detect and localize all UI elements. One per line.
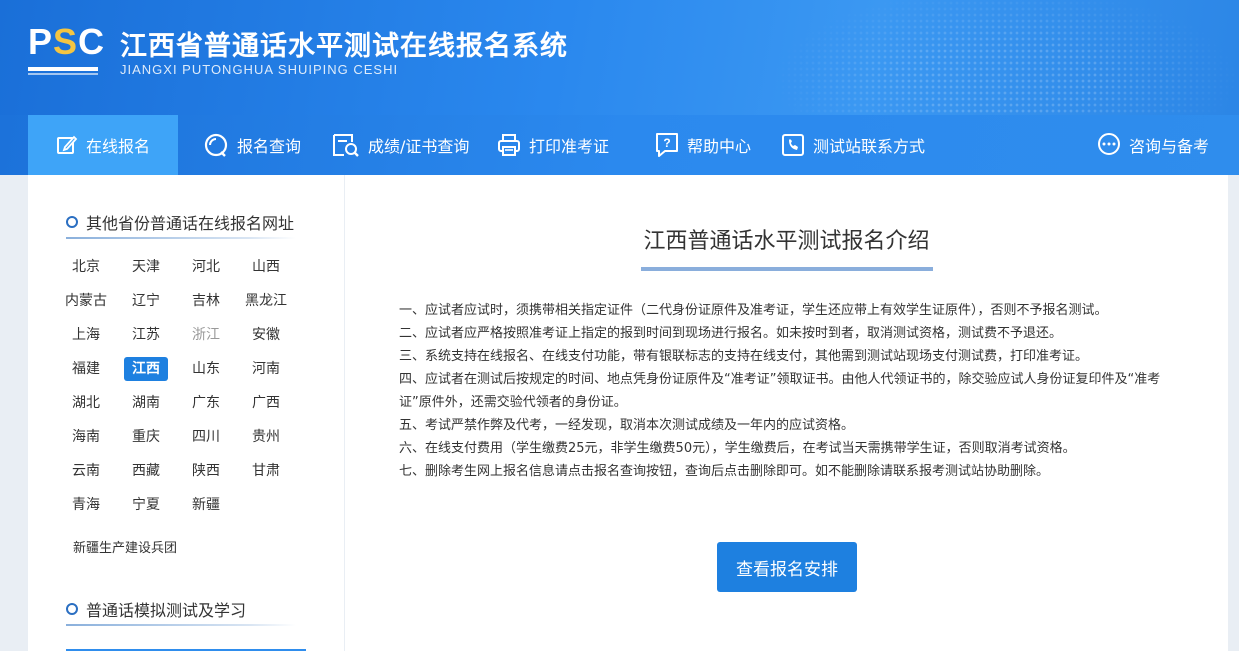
chat-icon (1098, 133, 1120, 155)
nav-online-registration[interactable]: 在线报名 (28, 115, 178, 175)
nav-help-center[interactable]: ? 帮助中心 (655, 115, 751, 175)
study-heading: 普通话模拟测试及学习 (66, 597, 246, 621)
nav-label: 打印准考证 (529, 137, 610, 156)
province-link[interactable]: 吉林 (184, 289, 228, 313)
province-link[interactable]: 贵州 (244, 425, 288, 449)
province-link[interactable]: 山东 (184, 357, 228, 381)
svg-text:?: ? (663, 136, 670, 150)
province-link[interactable]: 浙江 (184, 323, 228, 347)
province-link[interactable]: 江西 (124, 357, 168, 381)
logo-underline (28, 67, 98, 71)
site-header: PSC 江西省普通话水平测试在线报名系统 JIANGXI PUTONGHUA S… (0, 0, 1239, 115)
nav-score-certificate-query[interactable]: 成绩/证书查询 (332, 115, 469, 175)
province-link[interactable]: 海南 (64, 425, 108, 449)
province-link[interactable]: 宁夏 (124, 493, 168, 517)
provinces-heading: 其他省份普通话在线报名网址 (66, 210, 294, 234)
nav-label: 报名查询 (237, 137, 302, 156)
nav-label: 测试站联系方式 (813, 137, 926, 156)
province-link[interactable]: 新疆 (184, 493, 228, 517)
nav-print-admission[interactable]: 打印准考证 (497, 115, 609, 175)
province-link[interactable]: 北京 (64, 255, 108, 279)
title-underline (641, 267, 933, 271)
rule-item: 四、应试者在测试后按规定的时间、地点凭身份证原件及“准考证”领取证书。由他人代领… (399, 372, 1161, 410)
main-nav: 在线报名 报名查询 成绩/证书查询 打印准考证 ? 帮助中心 测试站联系方式 咨… (0, 115, 1239, 175)
rules-list: 一、应试者应试时，须携带相关指定证件（二代身份证原件及准考证，学生还应带上有效学… (399, 299, 1179, 483)
province-link[interactable]: 安徽 (244, 323, 288, 347)
province-link[interactable]: 四川 (184, 425, 228, 449)
province-link[interactable]: 云南 (64, 459, 108, 483)
nav-consult-prep[interactable]: 咨询与备考 (1097, 115, 1209, 175)
province-link[interactable]: 湖北 (64, 391, 108, 415)
nav-label: 成绩/证书查询 (368, 137, 470, 156)
printer-icon (498, 134, 520, 156)
phone-icon (782, 134, 804, 156)
province-link[interactable]: 内蒙古 (64, 289, 108, 313)
province-link[interactable]: 青海 (64, 493, 108, 517)
heading-divider (66, 624, 296, 626)
province-link[interactable]: 陕西 (184, 459, 228, 483)
province-link[interactable]: 广东 (184, 391, 228, 415)
bullet-ring-icon (66, 216, 78, 228)
rule-item: 五、考试严禁作弊及代考，一经发现，取消本次测试成绩及一年内的应试资格。 (399, 418, 855, 433)
rule-item: 六、在线支付费用（学生缴费25元，非学生缴费50元），学生缴费后，在考试当天需携… (399, 441, 1076, 456)
province-link[interactable]: 河北 (184, 255, 228, 279)
main-content: 江西普通话水平测试报名介绍 一、应试者应试时，须携带相关指定证件（二代身份证原件… (345, 175, 1228, 651)
province-link[interactable]: 甘肃 (244, 459, 288, 483)
province-link[interactable]: 江苏 (124, 323, 168, 347)
province-link[interactable]: 福建 (64, 357, 108, 381)
rule-item: 二、应试者应严格按照准考证上指定的报到时间到现场进行报名。如未按时到者，取消测试… (399, 326, 1063, 341)
psc-logo[interactable]: PSC (28, 22, 104, 78)
site-subtitle: JIANGXI PUTONGHUA SHUIPING CESHI (120, 62, 399, 77)
province-link[interactable]: 上海 (64, 323, 108, 347)
help-icon: ? (656, 133, 678, 157)
province-link[interactable]: 重庆 (124, 425, 168, 449)
province-link[interactable]: 山西 (244, 255, 288, 279)
bullet-ring-icon (66, 603, 78, 615)
certificate-search-icon (333, 134, 359, 157)
province-link[interactable]: 天津 (124, 255, 168, 279)
province-link-xinjiang-corps[interactable]: 新疆生产建设兵团 (73, 537, 177, 556)
provinces-heading-text: 其他省份普通话在线报名网址 (86, 214, 295, 233)
province-link[interactable]: 辽宁 (124, 289, 168, 313)
nav-label: 在线报名 (86, 137, 151, 156)
logo-underline-thin (28, 73, 98, 75)
rule-item: 一、应试者应试时，须携带相关指定证件（二代身份证原件及准考证，学生还应带上有效学… (399, 303, 1108, 318)
rule-item: 三、系统支持在线报名、在线支付功能，带有银联标志的支持在线支付，其他需到测试站现… (399, 349, 1089, 364)
page-title: 江西普通话水平测试报名介绍 (643, 229, 930, 254)
sidebar: 其他省份普通话在线报名网址 北京 天津 河北 山西内蒙古 辽宁 吉林 黑龙江上海 江苏 浙江 安徽… (28, 175, 344, 651)
rule-item: 七、删除考生网上报名信息请点击报名查询按钮，查询后点击删除即可。如不能删除请联系… (399, 464, 1050, 479)
province-link[interactable]: 河南 (244, 357, 288, 381)
province-link[interactable]: 广西 (244, 391, 288, 415)
site-title: 江西省普通话水平测试在线报名系统 (120, 31, 568, 62)
study-heading-text: 普通话模拟测试及学习 (86, 601, 247, 620)
view-schedule-button[interactable]: 查看报名安排 (717, 542, 857, 592)
heading-divider (66, 237, 296, 239)
province-link[interactable]: 西藏 (124, 459, 168, 483)
logo-text: PSC (28, 21, 106, 62)
nav-registration-query[interactable]: 报名查询 (203, 115, 301, 175)
edit-icon (57, 135, 78, 154)
nav-label: 咨询与备考 (1129, 137, 1210, 156)
search-icon (204, 133, 228, 157)
province-link[interactable]: 湖南 (124, 391, 168, 415)
province-link[interactable]: 黑龙江 (244, 289, 288, 313)
nav-label: 帮助中心 (687, 137, 752, 156)
nav-station-contact[interactable]: 测试站联系方式 (781, 115, 925, 175)
world-map-decoration (720, 0, 1239, 115)
